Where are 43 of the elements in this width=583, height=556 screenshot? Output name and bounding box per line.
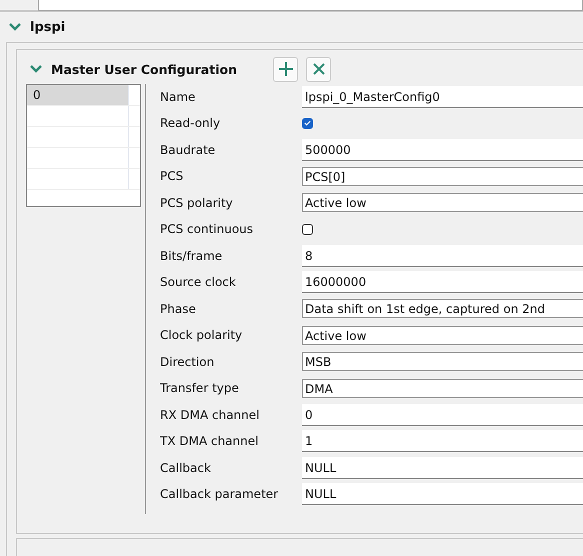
section-title: lpspi (30, 20, 66, 34)
check-icon (303, 118, 312, 128)
field-label: Callback (160, 460, 212, 475)
chevron-icon[interactable] (8, 22, 22, 32)
chevron-icon[interactable] (29, 64, 43, 74)
field-label: Direction (160, 354, 216, 369)
field-label: Name (160, 90, 196, 104)
input-field[interactable] (38, 0, 583, 11)
text-field[interactable]: 1 (302, 430, 583, 452)
field-label: Read-only (160, 116, 222, 130)
text-field[interactable]: 8 (302, 244, 583, 267)
dropdown[interactable]: Active low (302, 326, 583, 345)
remove-button[interactable] (306, 56, 331, 82)
field-label: TX DMA channel (160, 434, 260, 448)
text-field[interactable]: lpspi_0_MasterConfig0 (302, 86, 583, 108)
dropdown[interactable]: Active low (302, 193, 583, 212)
dropdown[interactable]: MSB (302, 352, 583, 372)
text-field[interactable]: 500000 (302, 138, 583, 161)
field-label: Baudrate (160, 142, 216, 157)
field-label: PCS (160, 169, 184, 184)
field-label: Phase (160, 302, 197, 316)
plus-icon (278, 61, 294, 77)
field-label: RX DMA channel (160, 408, 260, 422)
field-label: Callback parameter (160, 487, 280, 502)
text-field[interactable]: NULL (302, 456, 583, 479)
close-icon (312, 62, 326, 76)
config-title: Master User Configuration (51, 62, 237, 76)
field-label: PCS polarity (160, 196, 234, 210)
field-label: Clock polarity (160, 328, 244, 342)
dropdown[interactable]: DMA (302, 378, 583, 398)
text-field[interactable]: NULL (302, 483, 583, 506)
dropdown[interactable]: Data shift on 1st edge, captured on 2nd (302, 299, 583, 318)
dropdown[interactable]: PCS[0] (302, 166, 583, 186)
field-label: Bits/frame (160, 248, 224, 263)
checkbox[interactable] (302, 118, 313, 129)
text-field[interactable]: 0 (302, 404, 583, 426)
text-field[interactable]: 16000000 (302, 271, 583, 294)
add-button[interactable] (273, 56, 298, 82)
checkbox[interactable] (302, 224, 313, 235)
list-item[interactable]: 0 (27, 85, 128, 105)
field-label: Source clock (160, 275, 237, 290)
field-label: Transfer type (160, 381, 240, 396)
field-label: PCS continuous (160, 222, 254, 236)
